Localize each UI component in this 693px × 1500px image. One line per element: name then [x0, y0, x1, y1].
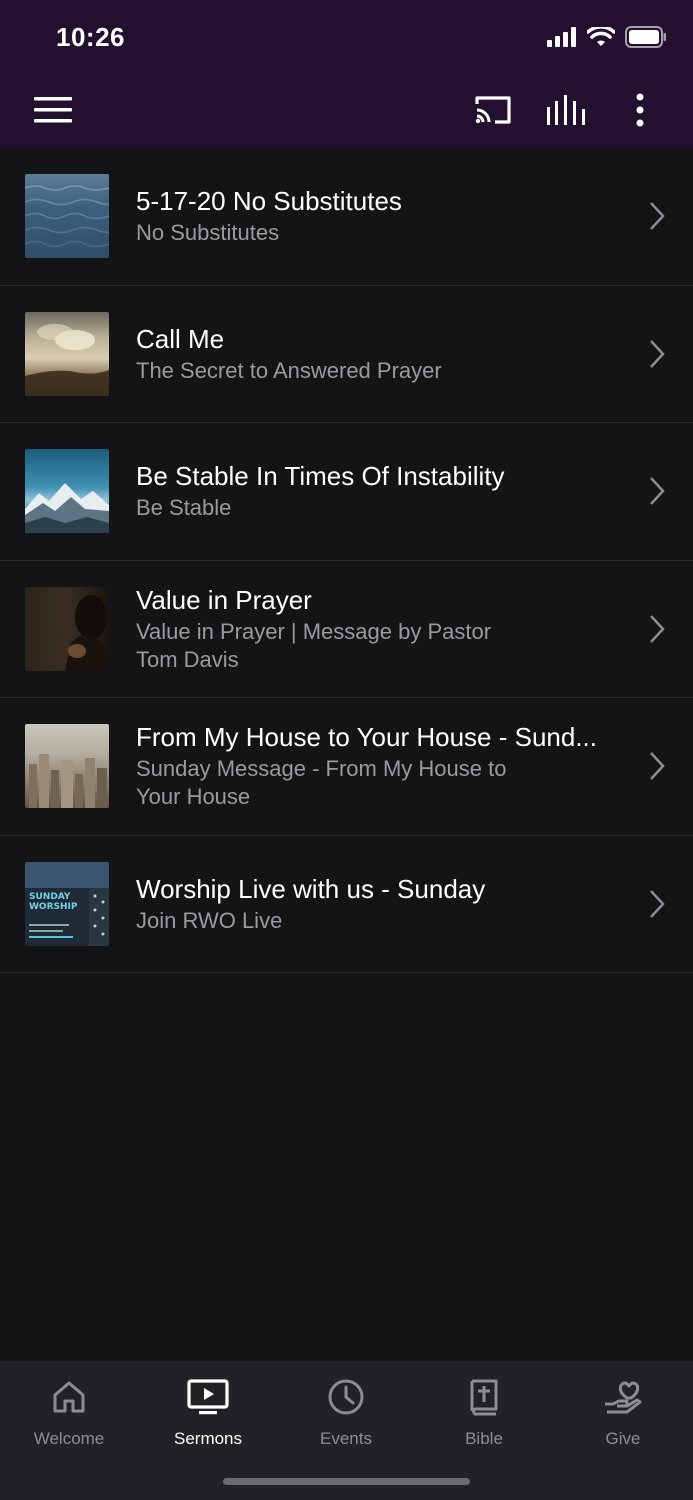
- cellular-signal-icon: [547, 27, 576, 47]
- home-indicator: [223, 1478, 470, 1485]
- give-heart-icon: [605, 1381, 642, 1414]
- cast-button[interactable]: [469, 88, 517, 132]
- chevron-right-icon: [650, 477, 665, 506]
- chevron-right-icon: [650, 614, 665, 643]
- tab-label: Sermons: [173, 1429, 243, 1448]
- tab-label: Welcome: [33, 1429, 105, 1448]
- tab-sermons[interactable]: Sermons: [148, 1375, 268, 1449]
- tv-play-icon: [187, 1379, 229, 1415]
- bible-icon: [470, 1379, 498, 1416]
- home-icon: [53, 1381, 85, 1413]
- chevron-right-icon: [650, 752, 665, 781]
- tab-label: Events: [320, 1429, 372, 1448]
- sermon-subtitle: The Secret to Answered Prayer: [136, 357, 442, 383]
- sermon-thumbnail: [25, 174, 109, 258]
- chevron-right-icon: [650, 339, 665, 368]
- sermon-title: Call Me: [136, 323, 225, 354]
- sermon-title: 5-17-20 No Substitutes: [136, 186, 402, 217]
- sermon-subtitle: Be Stable: [136, 495, 232, 521]
- cast-icon: [475, 96, 511, 124]
- tab-label: Bible: [465, 1429, 503, 1448]
- chevron-right-icon: [650, 202, 665, 231]
- chevron-right-icon: [650, 889, 665, 918]
- sermon-row[interactable]: From My House to Your House - Sund... Su…: [0, 698, 693, 836]
- sermon-subtitle: No Substitutes: [136, 220, 280, 246]
- sermon-row[interactable]: SUNDAY WORSHIP Worship Live with us - Su…: [0, 836, 693, 973]
- sermon-thumbnail: [25, 586, 109, 671]
- sermon-thumbnail: SUNDAY WORSHIP: [25, 861, 109, 946]
- tab-events[interactable]: Events: [286, 1375, 406, 1449]
- sermon-thumbnail: [25, 449, 109, 533]
- menu-button[interactable]: [29, 88, 77, 132]
- equalizer-icon: [547, 95, 585, 125]
- sermon-subtitle: Value in Prayer | Message by Pastor Tom …: [136, 618, 492, 672]
- hamburger-menu-icon: [34, 97, 72, 123]
- tab-welcome[interactable]: Welcome: [9, 1375, 129, 1449]
- tab-give[interactable]: Give: [563, 1375, 683, 1449]
- sermon-title: Be Stable In Times Of Instability: [136, 461, 505, 492]
- sermon-row[interactable]: Be Stable In Times Of Instability Be Sta…: [0, 423, 693, 561]
- sermon-subtitle: Sunday Message - From My House to Your H…: [136, 756, 507, 810]
- sermon-row[interactable]: Value in Prayer Value in Prayer | Messag…: [0, 561, 693, 698]
- more-vertical-icon: [636, 93, 644, 127]
- status-icons: [547, 26, 667, 48]
- sermon-thumbnail: [25, 724, 109, 808]
- audio-player-button[interactable]: [542, 88, 590, 132]
- thumbnail-flyer-text: SUNDAY WORSHIP: [29, 891, 78, 912]
- sermon-row[interactable]: Call Me The Secret to Answered Prayer: [0, 286, 693, 423]
- tab-bible[interactable]: Bible: [424, 1375, 544, 1449]
- tab-label: Give: [605, 1429, 641, 1448]
- battery-icon: [625, 26, 666, 48]
- sermon-row[interactable]: 5-17-20 No Substitutes No Substitutes: [0, 148, 693, 286]
- sermon-title: Worship Live with us - Sunday: [136, 873, 486, 904]
- sermon-thumbnail: [25, 311, 109, 396]
- sermon-title: Value in Prayer: [136, 584, 312, 615]
- clock-icon: [328, 1379, 364, 1415]
- app-bar: 10:26: [0, 0, 693, 148]
- status-time: 10:26: [56, 22, 125, 52]
- wifi-icon: [587, 27, 615, 46]
- sermon-subtitle: Join RWO Live: [136, 907, 283, 933]
- more-options-button[interactable]: [616, 88, 664, 132]
- sermon-title: From My House to Your House - Sund...: [136, 722, 597, 753]
- sermon-list: 5-17-20 No Substitutes No Substitutes Ca…: [0, 148, 693, 973]
